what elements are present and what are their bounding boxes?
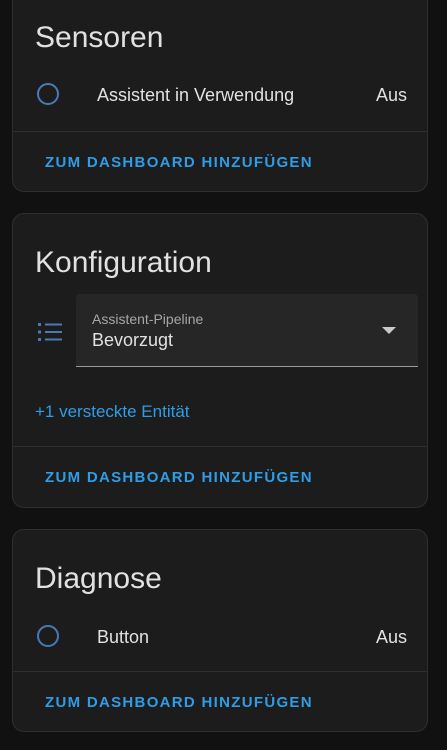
konfiguration-card: Konfiguration Assistent-Pipeline Bevorzu… — [12, 213, 428, 508]
entity-state: Aus — [375, 627, 407, 647]
format-list-bulleted-icon — [38, 323, 62, 341]
entity-state: Aus — [375, 85, 407, 105]
add-to-dashboard-button[interactable]: ZUM DASHBOARD HINZUFÜGEN — [45, 694, 313, 711]
entity-label: Assistent in Verwendung — [97, 85, 295, 105]
card-title: Konfiguration — [35, 246, 212, 279]
select-label: Assistent-Pipeline — [92, 311, 204, 327]
divider — [13, 131, 427, 132]
entity-label: Button — [97, 627, 150, 647]
diagnose-card: Diagnose Button Aus ZUM DASHBOARD HINZUF… — [12, 529, 428, 732]
sensoren-card: Sensoren Assistent in Verwendung Aus ZUM… — [12, 0, 428, 192]
entity-row-button[interactable]: Button Aus — [13, 618, 427, 658]
hidden-entities-link[interactable]: +1 versteckte Entität — [35, 402, 190, 422]
circle-outline-icon — [37, 625, 59, 647]
divider — [13, 446, 427, 447]
add-to-dashboard-button[interactable]: ZUM DASHBOARD HINZUFÜGEN — [45, 469, 313, 486]
divider — [13, 671, 427, 672]
select-value: Bevorzugt — [92, 330, 174, 350]
circle-outline-icon — [37, 83, 59, 105]
card-title: Diagnose — [35, 562, 162, 595]
entity-row-assistent-in-verwendung[interactable]: Assistent in Verwendung Aus — [13, 76, 427, 116]
card-title: Sensoren — [35, 21, 164, 54]
assistent-pipeline-select[interactable]: Assistent-Pipeline Bevorzugt — [76, 294, 418, 367]
add-to-dashboard-button[interactable]: ZUM DASHBOARD HINZUFÜGEN — [45, 154, 313, 171]
dropdown-arrow-icon — [382, 327, 396, 334]
